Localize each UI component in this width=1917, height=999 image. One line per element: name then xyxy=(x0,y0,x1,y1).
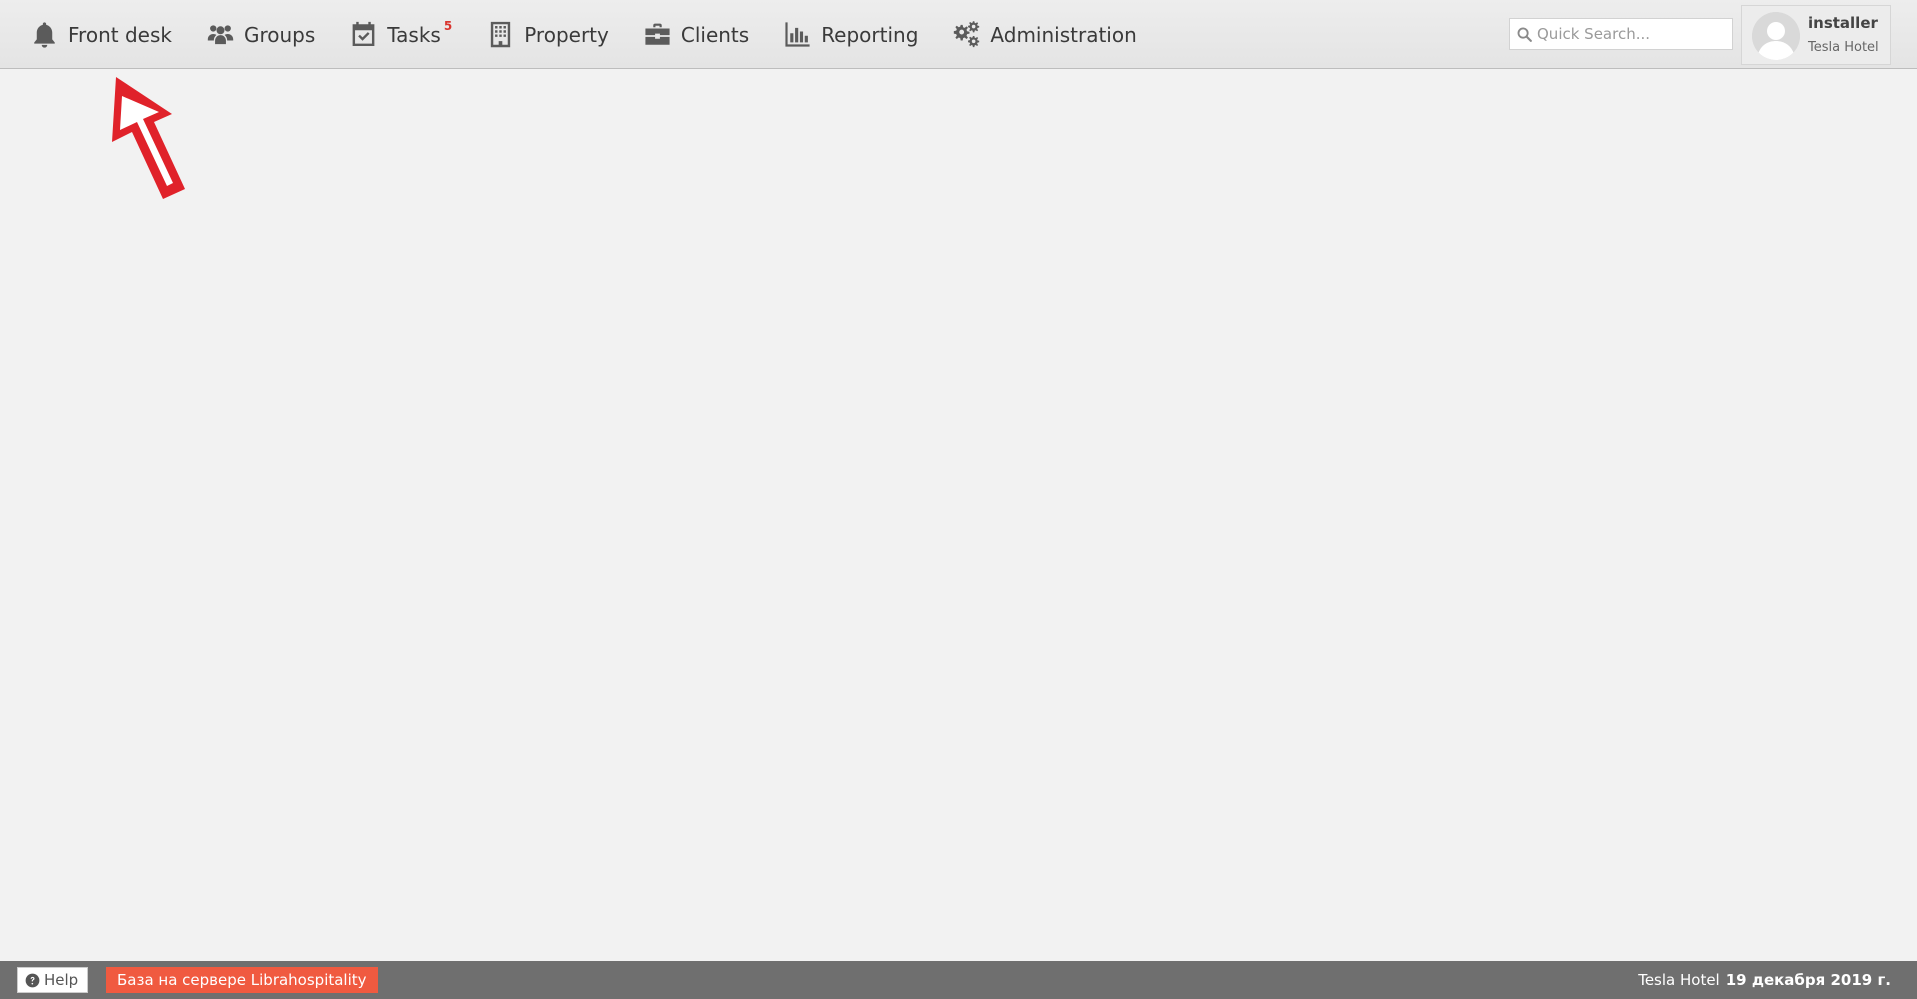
briefcase-icon xyxy=(645,23,670,45)
bar-chart-icon xyxy=(785,22,810,47)
footer-date: 19 декабря 2019 г. xyxy=(1725,971,1891,989)
quick-search-input[interactable] xyxy=(1537,25,1727,43)
gears-icon xyxy=(954,21,980,48)
server-label: База на сервере Librahospitality xyxy=(117,971,367,989)
footer-info: Tesla Hotel 19 декабря 2019 г. xyxy=(1638,961,1891,999)
user-avatar-icon xyxy=(1752,12,1800,60)
quick-search xyxy=(1509,18,1733,50)
tasks-count-badge: 5 xyxy=(443,18,453,33)
status-bar: Help База на сервере Librahospitality Te… xyxy=(0,961,1917,999)
nav-item-label: Administration xyxy=(990,22,1137,47)
help-button[interactable]: Help xyxy=(17,967,89,993)
server-status-badge: База на сервере Librahospitality xyxy=(106,967,378,993)
question-circle-icon xyxy=(25,973,40,987)
nav-item-tasks[interactable]: Tasks 5 xyxy=(349,0,452,69)
nav-item-label: Reporting xyxy=(821,22,919,47)
nav-item-label: Property xyxy=(524,22,609,47)
help-label: Help xyxy=(44,971,79,989)
avatar xyxy=(1752,12,1800,60)
nav-item-clients[interactable]: Clients xyxy=(643,0,749,69)
nav-item-property[interactable]: Property xyxy=(486,0,609,69)
main-nav: Front desk Groups Tasks 5 Property Clien… xyxy=(30,0,1171,69)
footer-hotel-name: Tesla Hotel xyxy=(1638,971,1720,989)
building-icon xyxy=(491,21,511,48)
bell-icon xyxy=(34,22,55,48)
nav-item-groups[interactable]: Groups xyxy=(206,0,315,69)
nav-item-label: Clients xyxy=(680,22,750,47)
nav-item-front-desk[interactable]: Front desk xyxy=(30,0,172,69)
nav-item-label: Tasks xyxy=(387,22,441,47)
user-menu[interactable]: installer Tesla Hotel xyxy=(1741,5,1891,65)
nav-item-administration[interactable]: Administration xyxy=(952,0,1137,69)
nav-item-label: Front desk xyxy=(68,22,172,47)
users-icon xyxy=(207,25,234,45)
nav-item-reporting[interactable]: Reporting xyxy=(783,0,918,69)
calendar-check-icon xyxy=(352,21,375,46)
search-icon xyxy=(1517,27,1532,42)
nav-item-label: Groups xyxy=(243,22,316,47)
user-name: installer xyxy=(1808,14,1878,32)
user-hotel: Tesla Hotel xyxy=(1808,40,1879,55)
red-arrow-annotation xyxy=(112,77,185,199)
top-navigation-bar: Front desk Groups Tasks 5 Property Clien… xyxy=(0,0,1917,69)
